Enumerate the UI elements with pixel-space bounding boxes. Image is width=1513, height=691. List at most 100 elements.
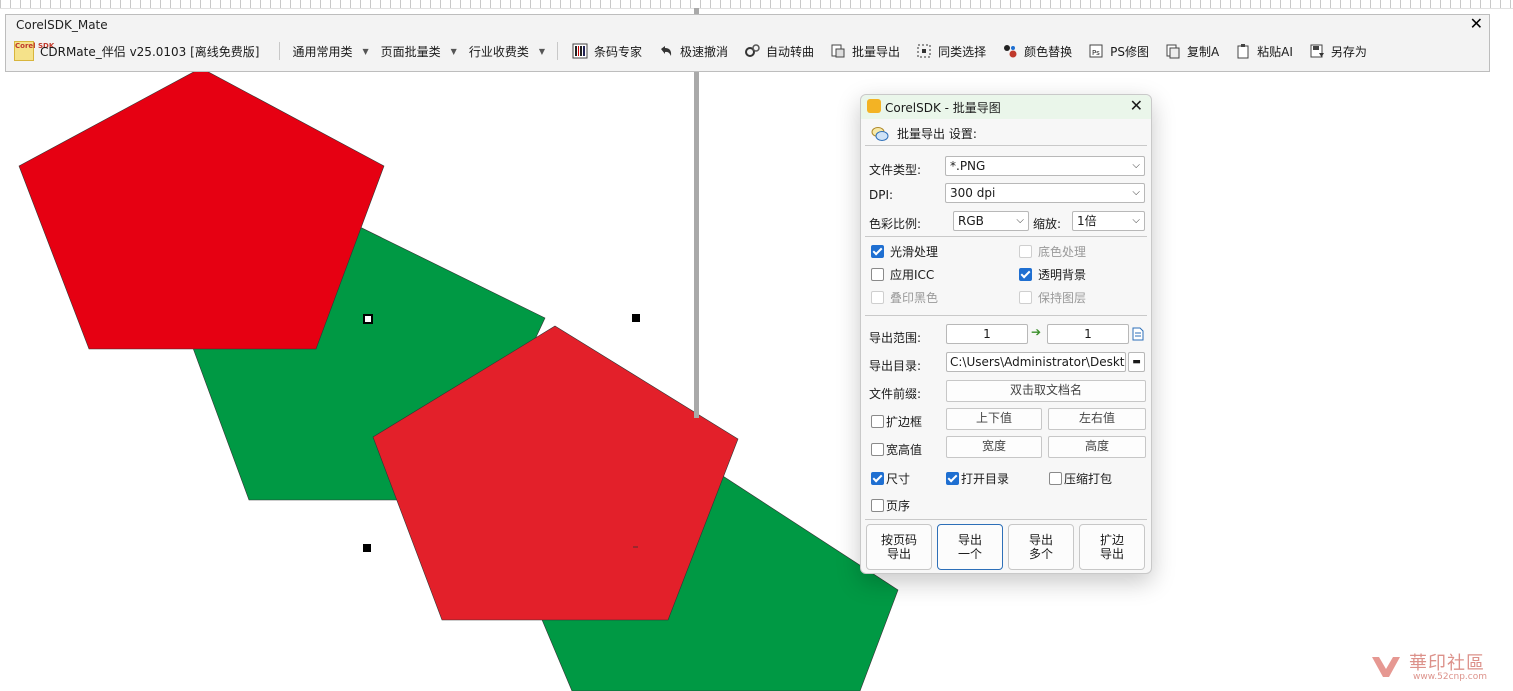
- apply-icc-label: 应用ICC: [890, 268, 935, 282]
- tool-auto-curve[interactable]: 自动转曲: [736, 43, 822, 60]
- export-dir-input[interactable]: C:\Users\Administrator\Desktop: [946, 352, 1126, 372]
- file-type-select[interactable]: *.PNG ⌵: [945, 156, 1145, 176]
- drawing-canvas[interactable]: [0, 0, 1513, 691]
- browse-folder-button[interactable]: ▬: [1128, 352, 1145, 372]
- checkbox-icon: [871, 443, 884, 456]
- brand-label: CDRMate_伴侣 v25.0103 [离线免费版]: [40, 44, 260, 59]
- tool-color-replace[interactable]: 颜色替换: [994, 43, 1080, 60]
- background-color-label: 底色处理: [1038, 245, 1087, 259]
- divider: [865, 519, 1147, 520]
- red-pentagon-top[interactable]: [18, 67, 385, 350]
- tool-undo[interactable]: 极速撤消: [650, 43, 736, 60]
- expand-border-checkbox[interactable]: 扩边框: [871, 413, 922, 430]
- transparent-bg-checkbox[interactable]: 透明背景: [1019, 266, 1086, 283]
- left-right-value-button[interactable]: 左右值: [1048, 408, 1146, 430]
- batch-export-dialog: CorelSDK - 批量导图 ✕ 批量导出 设置: 文件类型: *.PNG ⌵…: [860, 94, 1152, 574]
- height-button[interactable]: 高度: [1048, 436, 1146, 458]
- color-mode-value: RGB: [958, 214, 984, 228]
- keep-layers-checkbox[interactable]: 保持图层: [1019, 289, 1086, 306]
- top-bottom-value-button[interactable]: 上下值: [946, 408, 1042, 430]
- checkbox-icon: [871, 499, 884, 512]
- size-checkbox[interactable]: 尺寸: [871, 470, 910, 487]
- tool-barcode[interactable]: 条码专家: [564, 43, 650, 60]
- export-one-button[interactable]: 导出 一个: [937, 524, 1003, 570]
- caret-down-icon: ▼: [362, 46, 369, 56]
- expand-export-button[interactable]: 扩边 导出: [1079, 524, 1145, 570]
- open-dir-label: 打开目录: [961, 472, 1010, 486]
- zip-checkbox[interactable]: 压缩打包: [1049, 470, 1112, 487]
- export-one-line2: 一个: [957, 547, 982, 561]
- zoom-value: 1倍: [1077, 214, 1097, 228]
- smooth-checkbox[interactable]: 光滑处理: [871, 243, 938, 260]
- zoom-select[interactable]: 1倍 ⌵: [1072, 211, 1145, 231]
- open-dir-checkbox[interactable]: 打开目录: [946, 470, 1009, 487]
- apply-icc-checkbox[interactable]: 应用ICC: [871, 266, 934, 283]
- selection-handle-tl[interactable]: [363, 314, 373, 324]
- tool-save-as-label: 另存为: [1330, 44, 1367, 59]
- tool-paste-ai[interactable]: 粘贴AI: [1227, 43, 1301, 60]
- close-icon[interactable]: ✕: [1470, 14, 1483, 33]
- width-height-label: 宽高值: [886, 443, 923, 457]
- file-type-label: 文件类型:: [869, 163, 922, 177]
- checkbox-icon: [871, 291, 884, 304]
- background-color-checkbox[interactable]: 底色处理: [1019, 243, 1086, 260]
- svg-text:Ps: Ps: [1092, 49, 1100, 57]
- color-ratio-label: 色彩比例:: [869, 217, 922, 231]
- range-to-input[interactable]: 1: [1047, 324, 1129, 344]
- tool-copy-a[interactable]: 复制A: [1157, 43, 1227, 60]
- tool-barcode-label: 条码专家: [594, 44, 643, 59]
- toolbar-separator: [557, 42, 558, 60]
- tool-save-as[interactable]: 另存为: [1301, 43, 1375, 60]
- range-from-input[interactable]: 1: [946, 324, 1028, 344]
- close-icon[interactable]: ✕: [1130, 96, 1143, 115]
- menu-page-batch[interactable]: 页面批量类 ▼: [375, 43, 463, 60]
- export-by-page-button[interactable]: 按页码 导出: [866, 524, 932, 570]
- arrow-right-icon: ➔: [1031, 325, 1042, 339]
- tool-select-similar-label: 同类选择: [938, 44, 987, 59]
- overprint-black-checkbox[interactable]: 叠印黑色: [871, 289, 938, 306]
- save-as-icon: [1309, 43, 1325, 59]
- tool-ps-edit[interactable]: Ps PS修图: [1080, 43, 1157, 60]
- export-multiple-button[interactable]: 导出 多个: [1008, 524, 1074, 570]
- export-multiple-line1: 导出: [1028, 533, 1053, 547]
- export-by-page-line2: 导出: [886, 547, 911, 561]
- cdrmate-toolbar-window: CorelSDK_Mate ✕ Corel SDK CDRMate_伴侣 v25…: [5, 14, 1490, 72]
- barcode-icon: [572, 43, 588, 59]
- export-dir-label: 导出目录:: [869, 359, 922, 373]
- page-doc-icon[interactable]: [1132, 327, 1144, 341]
- checkbox-icon: [871, 268, 884, 281]
- menu-page-batch-label: 页面批量类: [380, 44, 441, 59]
- checkbox-checked-icon: [1019, 268, 1032, 281]
- dpi-select[interactable]: 300 dpi ⌵: [945, 183, 1145, 203]
- width-button[interactable]: 宽度: [946, 436, 1042, 458]
- app-bulb-icon: [867, 99, 881, 113]
- menu-industry[interactable]: 行业收费类 ▼: [463, 43, 551, 60]
- export-by-page-line1: 按页码: [880, 533, 917, 547]
- brand-button[interactable]: Corel SDK CDRMate_伴侣 v25.0103 [离线免费版]: [14, 41, 259, 61]
- width-height-checkbox[interactable]: 宽高值: [871, 441, 922, 458]
- selection-handle-tr[interactable]: [632, 314, 640, 322]
- divider: [865, 236, 1147, 237]
- copy-icon: [1165, 43, 1181, 59]
- overprint-black-label: 叠印黑色: [890, 291, 939, 305]
- selection-handle-bl[interactable]: [363, 544, 371, 552]
- undo-icon: [658, 43, 674, 59]
- page-order-checkbox[interactable]: 页序: [871, 497, 910, 514]
- zoom-label: 缩放:: [1033, 217, 1062, 231]
- tool-select-similar[interactable]: 同类选择: [908, 43, 994, 60]
- dialog-titlebar[interactable]: CorelSDK - 批量导图 ✕: [861, 95, 1151, 119]
- toolbar-bar: Corel SDK CDRMate_伴侣 v25.0103 [离线免费版] 通用…: [14, 40, 1375, 62]
- chevron-down-icon: ⌵: [1016, 215, 1024, 226]
- watermark-url: www.52cnp.com: [1413, 672, 1488, 682]
- tool-batch-export[interactable]: 批量导出: [822, 43, 908, 60]
- color-mode-select[interactable]: RGB ⌵: [953, 211, 1029, 231]
- caret-down-icon: ▼: [538, 46, 545, 56]
- prefix-docname-button[interactable]: 双击取文档名: [946, 380, 1146, 402]
- batch-export-icon: [830, 43, 846, 59]
- color-replace-icon: [1002, 43, 1018, 59]
- menu-common[interactable]: 通用常用类 ▼: [286, 43, 374, 60]
- tool-auto-curve-label: 自动转曲: [766, 44, 815, 59]
- chevron-down-icon: ⌵: [1132, 160, 1140, 171]
- dpi-value: 300 dpi: [950, 186, 996, 200]
- checkbox-checked-icon: [871, 472, 884, 485]
